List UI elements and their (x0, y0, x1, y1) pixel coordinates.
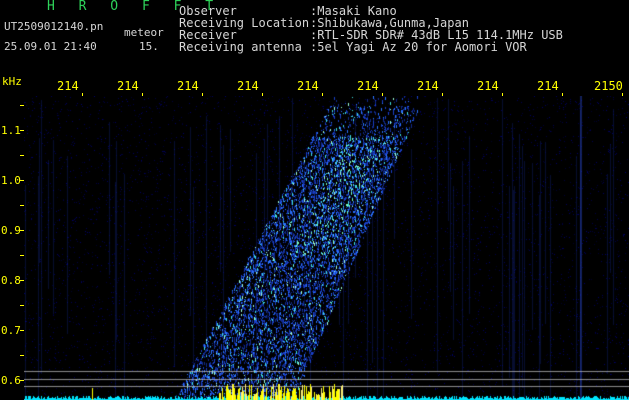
frame-number: 15. (139, 40, 159, 53)
x-tick-label: 214 (57, 79, 79, 93)
spectrogram-plot (24, 96, 629, 400)
y-tick-label: 1.0 (1, 174, 21, 187)
antenna-label: Receiving antenna (179, 40, 302, 54)
file-suffix: meteor (124, 26, 164, 39)
x-tick-label: 214 (297, 79, 319, 93)
x-tick-label: 214 (237, 79, 259, 93)
x-tick-label: 214 (537, 79, 559, 93)
y-tick-label: 0.7 (1, 324, 21, 337)
x-tick-label: 214 (177, 79, 199, 93)
x-tick-label: 214 (477, 79, 499, 93)
y-tick-label: 0.9 (1, 224, 21, 237)
x-tick-label: 214 (117, 79, 139, 93)
y-axis-unit: kHz (2, 75, 22, 88)
y-tick-label: 0.6 (1, 374, 21, 387)
antenna-value: :5el Yagi Az 20 for Aomori VOR (310, 40, 527, 54)
hrofft-window: H R O F F T UT2509012140.pn meteor 25.09… (0, 0, 629, 400)
file-name: UT2509012140.pn (4, 20, 104, 33)
x-tick-label: 214 (357, 79, 379, 93)
y-tick-label: 0.8 (1, 274, 21, 287)
y-tick-label: 1.1 (1, 124, 21, 137)
x-tick-label: 2150 (594, 79, 623, 93)
capture-datetime: 25.09.01 21:40 (4, 40, 97, 53)
x-tick-label: 214 (417, 79, 439, 93)
